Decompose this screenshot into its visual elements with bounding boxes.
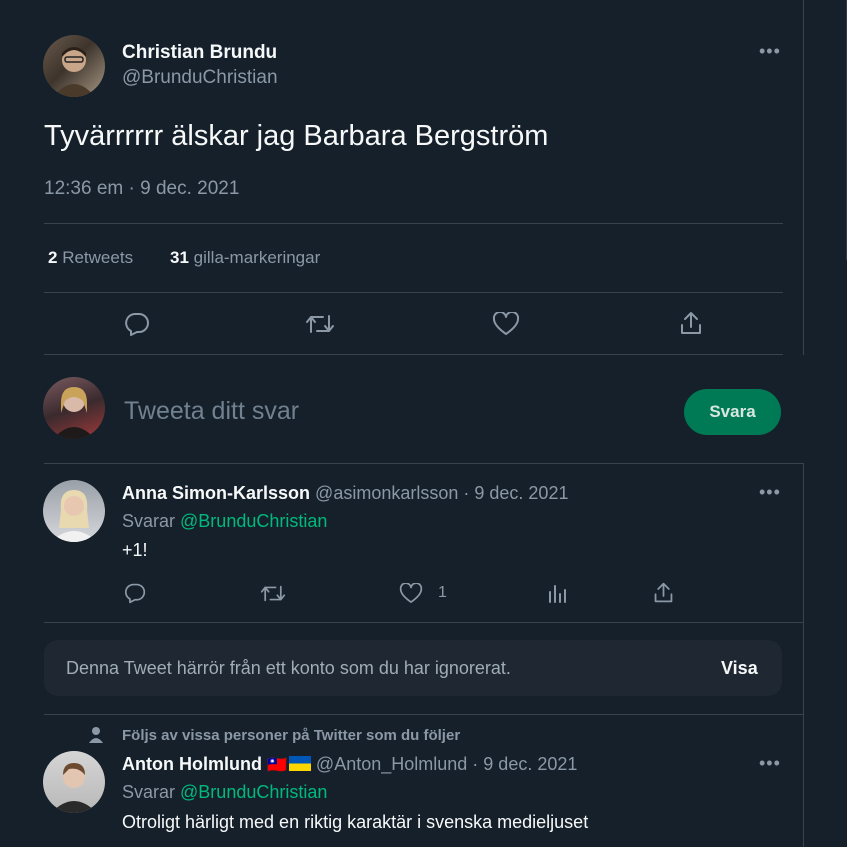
more-icon[interactable]: •••	[759, 754, 781, 772]
like-icon[interactable]	[492, 312, 520, 336]
ignored-text: Denna Tweet härrör från ett konto som du…	[66, 658, 511, 678]
social-context[interactable]: Följs av vissa personer på Twitter som d…	[122, 727, 460, 744]
show-button[interactable]: Visa	[721, 658, 758, 679]
reply-button[interactable]: Svara	[684, 389, 781, 435]
reply-icon[interactable]	[123, 582, 147, 604]
tweet-text: Tyvärrrrrr älskar jag Barbara Bergström	[44, 120, 549, 152]
person-icon	[88, 726, 104, 744]
more-icon[interactable]: •••	[759, 42, 781, 60]
reply-icon[interactable]	[123, 311, 151, 337]
divider	[44, 622, 803, 623]
reply-header: Anton Holmlund 🇹🇼 @Anton_Holmlund · 9 de…	[122, 754, 577, 775]
avatar-christian[interactable]	[43, 35, 105, 97]
divider	[44, 292, 783, 293]
replying-to: Svarar @BrunduChristian	[122, 511, 327, 532]
reply-author-name[interactable]: Anna Simon-Karlsson	[122, 483, 310, 503]
reply-text: Otroligt härligt med en riktig karaktär …	[122, 812, 589, 832]
retweet-icon[interactable]	[260, 583, 286, 604]
tweet-timestamp[interactable]: 12:36 em · 9 dec. 2021	[44, 178, 239, 200]
like-count: 1	[438, 584, 447, 601]
retweet-icon[interactable]	[305, 312, 335, 336]
replying-prefix: Svarar	[122, 511, 176, 531]
author-handle[interactable]: @BrunduChristian	[122, 67, 278, 89]
ignored-tweet-notice: Denna Tweet härrör från ett konto som du…	[44, 640, 782, 696]
author-flags: 🇹🇼	[267, 754, 316, 774]
analytics-icon[interactable]	[547, 582, 569, 604]
replying-to-link[interactable]: @BrunduChristian	[180, 511, 327, 531]
avatar-anton[interactable]	[43, 751, 105, 813]
reply-input[interactable]: Tweeta ditt svar	[124, 397, 299, 426]
likes-stat[interactable]: 31 gilla-markeringar	[170, 248, 320, 268]
avatar-current-user[interactable]	[43, 377, 105, 439]
retweets-label: Retweets	[62, 248, 134, 267]
avatar-anna[interactable]	[43, 480, 105, 542]
like-icon[interactable]	[399, 583, 423, 604]
divider	[44, 463, 803, 464]
more-icon[interactable]: •••	[759, 483, 781, 501]
reply-text: +1!	[122, 540, 148, 560]
retweets-count: 2	[48, 248, 58, 267]
reply-author-handle[interactable]: @asimonkarlsson	[315, 483, 458, 503]
author-name[interactable]: Christian Brundu	[122, 42, 277, 64]
likes-count: 31	[170, 248, 189, 267]
divider	[44, 223, 783, 224]
divider	[44, 354, 783, 355]
column-border-right	[803, 0, 804, 355]
replying-to: Svarar @BrunduChristian	[122, 782, 327, 803]
retweets-stat[interactable]: 2 Retweets	[48, 248, 133, 268]
reply-author-handle[interactable]: @Anton_Holmlund	[316, 754, 467, 774]
replying-to-link[interactable]: @BrunduChristian	[180, 782, 327, 802]
divider	[44, 714, 803, 715]
reply-header: Anna Simon-Karlsson @asimonkarlsson · 9 …	[122, 483, 568, 504]
column-border-right-lower	[803, 463, 804, 847]
replying-prefix: Svarar	[122, 782, 176, 802]
share-icon[interactable]	[678, 310, 704, 336]
taiwan-flag-icon: 🇹🇼	[266, 757, 287, 774]
reply-date[interactable]: · 9 dec. 2021	[463, 483, 568, 503]
likes-label: gilla-markeringar	[193, 248, 321, 267]
ukraine-flag-icon	[288, 756, 311, 771]
reply-date[interactable]: · 9 dec. 2021	[472, 754, 577, 774]
share-icon[interactable]	[652, 581, 675, 604]
reply-author-name[interactable]: Anton Holmlund	[122, 754, 262, 774]
